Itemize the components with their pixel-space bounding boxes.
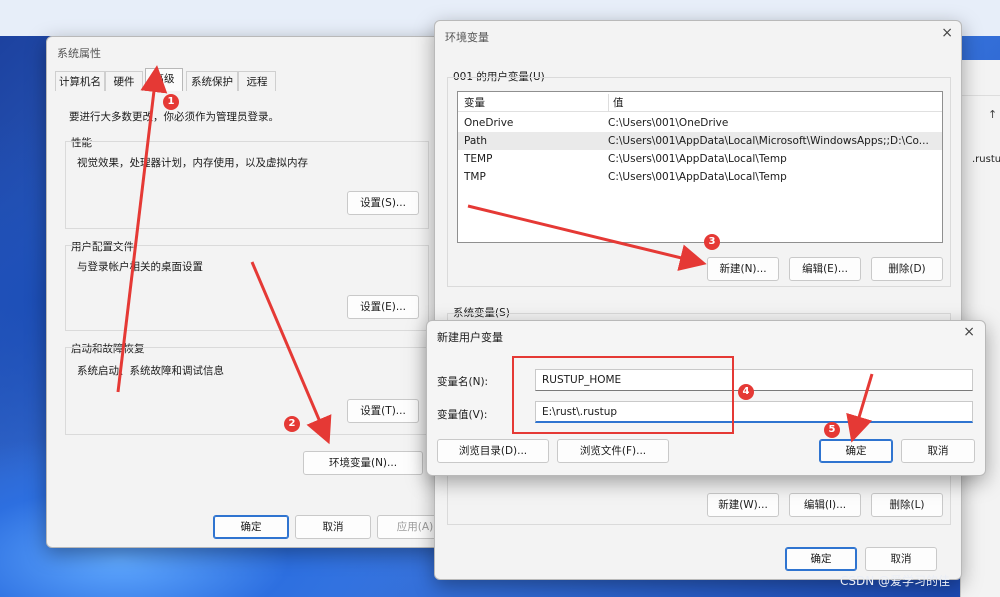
highlight-box	[512, 356, 734, 434]
cancel-button[interactable]: 取消	[901, 439, 975, 463]
variable-name: TMP	[464, 171, 486, 183]
up-arrow-icon[interactable]: ↑	[988, 108, 997, 121]
window-title: 系统属性	[57, 47, 101, 60]
system-edit-button[interactable]: 编辑(I)...	[789, 493, 861, 517]
close-icon[interactable]: ×	[941, 25, 953, 41]
performance-settings-button[interactable]: 设置(S)...	[347, 191, 419, 215]
table-row[interactable]: OneDrive C:\Users\001\OneDrive	[458, 114, 942, 132]
startup-recovery-desc: 系统启动、系统故障和调试信息	[77, 365, 224, 377]
environment-variables-button[interactable]: 环境变量(N)...	[303, 451, 423, 475]
column-header-variable[interactable]: 变量	[464, 94, 485, 112]
startup-settings-button[interactable]: 设置(T)...	[347, 399, 419, 423]
step-badge-3: 3	[704, 234, 720, 250]
cancel-button[interactable]: 取消	[295, 515, 371, 539]
list-header: 变量 值	[458, 94, 942, 112]
user-delete-button[interactable]: 删除(D)	[871, 257, 943, 281]
user-profile-settings-button[interactable]: 设置(E)...	[347, 295, 419, 319]
cancel-button[interactable]: 取消	[865, 547, 937, 571]
system-delete-button[interactable]: 删除(L)	[871, 493, 943, 517]
tab-remote[interactable]: 远程	[238, 71, 276, 91]
background-file-name: .rustu	[972, 154, 1000, 165]
close-icon[interactable]: ×	[963, 324, 975, 340]
variable-value-label: 变量值(V):	[437, 409, 488, 421]
variable-name-label: 变量名(N):	[437, 376, 489, 388]
variable-value: C:\Users\001\AppData\Local\Temp	[608, 153, 787, 165]
variable-name: Path	[464, 135, 488, 147]
variable-name: OneDrive	[464, 117, 514, 129]
environment-variables-window: 环境变量 × 001 的用户变量(U) 变量 值 OneDrive C:\Use…	[434, 20, 962, 580]
ok-button[interactable]: 确定	[819, 439, 893, 463]
tab-advanced[interactable]: 高级	[145, 68, 183, 91]
user-new-button[interactable]: 新建(N)...	[707, 257, 779, 281]
tab-system-protection[interactable]: 系统保护	[186, 71, 238, 91]
step-badge-5: 5	[824, 422, 840, 438]
ok-button[interactable]: 确定	[785, 547, 857, 571]
variable-value: C:\Users\001\OneDrive	[608, 117, 729, 129]
table-row[interactable]: Path C:\Users\001\AppData\Local\Microsof…	[458, 132, 942, 150]
user-variables-list[interactable]: 变量 值 OneDrive C:\Users\001\OneDrive Path…	[457, 91, 943, 243]
ok-button[interactable]: 确定	[213, 515, 289, 539]
user-profile-desc: 与登录帐户相关的桌面设置	[77, 261, 203, 273]
step-badge-4: 4	[738, 384, 754, 400]
system-properties-window: 系统属性 计算机名 硬件 高级 系统保护 远程 要进行大多数更改，你必须作为管理…	[46, 36, 446, 548]
table-row[interactable]: TEMP C:\Users\001\AppData\Local\Temp	[458, 150, 942, 168]
variable-value: C:\Users\001\AppData\Local\Temp	[608, 171, 787, 183]
window-title: 环境变量	[445, 31, 489, 44]
step-badge-2: 2	[284, 416, 300, 432]
table-row[interactable]: TMP C:\Users\001\AppData\Local\Temp	[458, 168, 942, 186]
dialog-title: 新建用户变量	[437, 331, 503, 344]
tab-computer-name[interactable]: 计算机名	[55, 71, 105, 91]
step-badge-1: 1	[163, 94, 179, 110]
system-new-button[interactable]: 新建(W)...	[707, 493, 779, 517]
variable-value: C:\Users\001\AppData\Local\Microsoft\Win…	[608, 135, 929, 147]
column-header-value[interactable]: 值	[608, 94, 624, 112]
performance-desc: 视觉效果，处理器计划，内存使用，以及虚拟内存	[77, 157, 308, 169]
admin-note: 要进行大多数更改，你必须作为管理员登录。	[69, 111, 279, 123]
browse-file-button[interactable]: 浏览文件(F)...	[557, 439, 669, 463]
user-edit-button[interactable]: 编辑(E)...	[789, 257, 861, 281]
variable-name: TEMP	[464, 153, 493, 165]
browse-directory-button[interactable]: 浏览目录(D)...	[437, 439, 549, 463]
watermark: CSDN @爱学习的佳	[840, 574, 951, 588]
tab-hardware[interactable]: 硬件	[105, 71, 143, 91]
